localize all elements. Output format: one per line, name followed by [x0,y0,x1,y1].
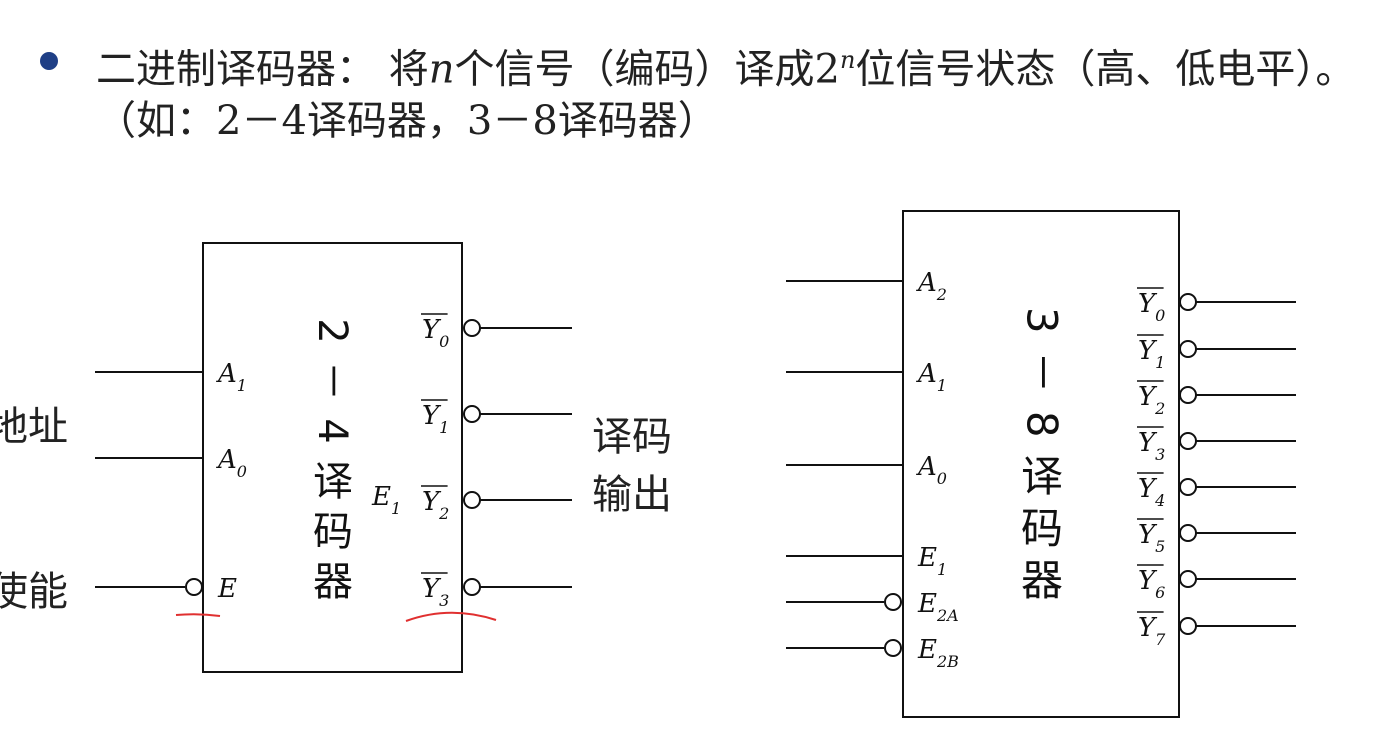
dec24-title-char-2: 4 [309,418,355,443]
dec38-output-label-2-sub: 2 [1154,399,1165,418]
dec38-output-bubble-2 [1179,386,1197,404]
dec38-title-char-3: 译 [1021,452,1063,501]
dec24-side-output-1: 译码 [592,414,672,460]
dec38-output-label-1: Y1 [1138,336,1165,372]
dec24-output-bubble-3 [463,578,481,596]
dec24-title-char-4: 码 [313,509,353,555]
dec24-output-label-3-sub: 3 [439,591,449,610]
dec38-title-char-4: 码 [1021,504,1063,553]
dec24-title-char-1: － [309,361,355,401]
dec38-input-label-4-sub: 2A [936,606,959,625]
dec24-title-char-3: 译 [313,459,353,505]
dec38-input-label-1-sub: 1 [937,376,947,395]
dec38-output-label-5: Y5 [1138,520,1165,556]
dec38-input-label-5: E2B [917,635,959,671]
dec38-input-label-0-sub: 2 [936,285,947,304]
dec38-title-char-2: 8 [1017,411,1066,438]
dec38-input-label-3-main: E [917,543,937,573]
dec38-input-label-4: E2A [917,589,959,625]
dec38-output-bubble-5 [1179,524,1197,542]
dec24-e1-label: E1 [371,482,401,518]
dec38-input-label-2-main: A [916,452,937,482]
dec38-input-label-3-sub: 1 [937,560,947,579]
dec24-output-bubble-2 [463,491,481,509]
dec24-body [202,242,463,673]
dec38-input-label-5-sub: 2B [936,652,959,671]
dec38-input-label-0-main: A [916,268,937,298]
dec24-e1-label-main: E [371,482,391,512]
dec38-input-label-5-main: E [917,635,937,665]
decoder-2-4: 2－4译码器A1A0EE1Y0Y1Y2Y3地址使能译码输出 [0,242,672,673]
dec24-input-label-2-main: E [217,574,237,604]
dec38-output-bubble-3 [1179,432,1197,450]
dec24-input-label-1: A0 [216,445,247,481]
dec38-output-label-6: Y6 [1138,566,1165,602]
dec38-input-label-2: A0 [916,452,947,488]
dec38-output-bubble-1 [1179,340,1197,358]
dec38-input-label-1: A1 [916,359,947,395]
dec24-output-label-0-sub: 0 [439,332,449,351]
dec38-output-label-4: Y4 [1138,474,1165,510]
dec24-title-char-5: 器 [313,559,353,605]
dec38-output-label-1-sub: 1 [1155,353,1165,372]
dec38-output-bubble-6 [1179,570,1197,588]
dec38-output-bubble-0 [1179,293,1197,311]
dec24-input-bubble-2 [185,578,203,596]
dec24-input-label-2: E [217,574,237,604]
decoder-3-8: 3－8译码器A2A1A0E1E2AE2BY0Y1Y2Y3Y4Y5Y6Y7 [786,210,1296,718]
dec24-output-bubble-0 [463,319,481,337]
dec38-output-bubble-7 [1179,617,1197,635]
dec38-output-label-0-sub: 0 [1155,306,1165,325]
dec24-output-label-1-sub: 1 [439,418,449,437]
dec24-input-label-1-sub: 0 [237,462,247,481]
dec38-title-char-1: － [1017,351,1066,393]
dec24-side-enable: 使能 [0,569,68,615]
dec38-title-char-5: 器 [1021,556,1063,605]
dec24-title-char-0: 2 [309,318,355,343]
dec38-output-label-7: Y7 [1138,613,1166,649]
dec38-input-label-2-sub: 0 [937,469,947,488]
dec24-side-address: 地址 [0,404,68,450]
dec24-red-mark-enable [175,613,221,617]
dec24-output-label-1: Y1 [422,401,449,437]
dec38-input-label-1-main: A [916,359,937,389]
dec38-output-bubble-4 [1179,478,1197,496]
dec24-output-label-2: Y2 [422,487,449,523]
dec38-title-char-0: 3 [1017,307,1066,334]
dec38-input-label-4-main: E [917,589,937,619]
dec38-input-label-0: A2 [916,268,947,304]
dec38-output-label-7-sub: 7 [1155,630,1166,649]
dec38-input-bubble-5 [884,639,902,657]
dec38-input-label-3: E1 [917,543,947,579]
dec38-output-label-4-sub: 4 [1154,491,1165,510]
dec38-output-label-2: Y2 [1138,382,1165,418]
dec24-output-bubble-1 [463,405,481,423]
dec38-output-label-3: Y3 [1138,428,1165,464]
dec24-output-label-2-sub: 2 [438,504,449,523]
dec38-output-label-6-sub: 6 [1155,583,1165,602]
dec24-input-label-0-main: A [216,359,237,389]
dec24-red-mark-y3 [405,611,497,622]
dec38-output-label-5-sub: 5 [1155,537,1165,556]
decoder-diagram: 2－4译码器A1A0EE1Y0Y1Y2Y3地址使能译码输出 3－8译码器A2A1… [0,210,1296,718]
dec24-e1-label-sub: 1 [391,499,401,518]
dec38-output-label-0: Y0 [1138,289,1165,325]
dec24-output-label-3: Y3 [422,574,449,610]
dec24-side-output-2: 输出 [592,472,672,518]
dec38-output-label-3-sub: 3 [1155,445,1165,464]
dec24-input-label-1-main: A [216,445,237,475]
dec24-output-label-0: Y0 [422,315,449,351]
dec38-input-bubble-4 [884,593,902,611]
dec24-input-label-0-sub: 1 [237,376,247,395]
dec24-input-label-0: A1 [216,359,247,395]
